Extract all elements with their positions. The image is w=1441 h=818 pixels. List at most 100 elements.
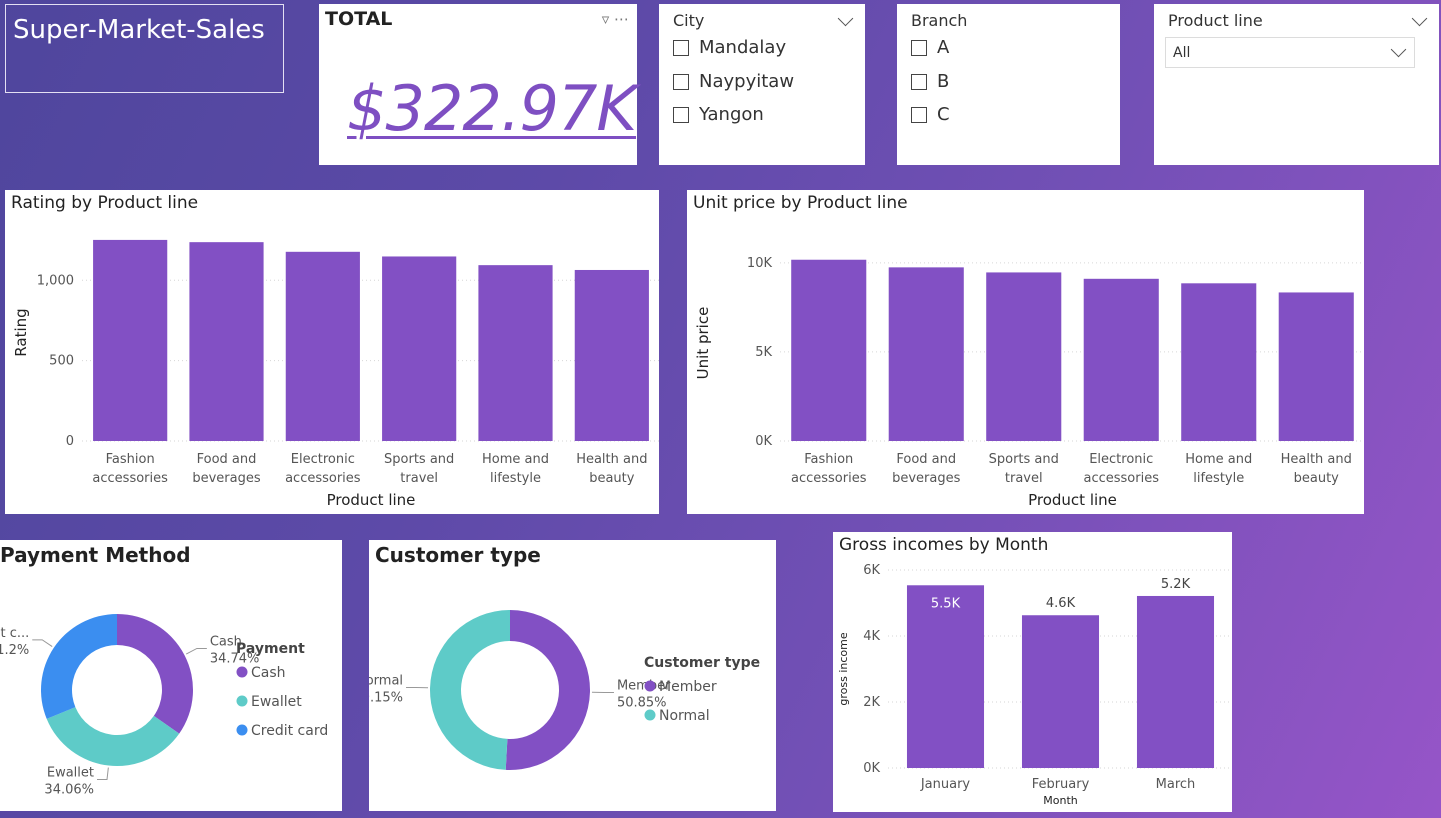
more-options-icon[interactable]: ⋯ [614,10,629,28]
bar [1136,595,1215,768]
y-tick-label: 5K [755,345,772,360]
product-line-dropdown[interactable]: All [1165,37,1415,68]
y-tick-label: 500 [49,354,74,369]
x-tick-label: Home and [482,452,549,467]
dashboard-title-box: Super-Market-Sales [5,4,284,93]
branch-option-label: A [937,37,950,58]
x-tick-label: Sports and [989,452,1059,467]
bar [478,265,553,441]
bar [1278,292,1354,441]
checkbox[interactable] [673,39,689,56]
leader-line [97,767,109,780]
city-option-label: Mandalay [699,37,787,58]
y-tick-label: 6K [863,563,880,578]
x-axis-label: Product line [1028,491,1117,509]
city-slicer: City Mandalay Naypyitaw Yangon [659,4,865,165]
leader-line [32,639,53,647]
city-option-yangon[interactable]: Yangon [673,104,764,125]
chevron-down-icon[interactable] [837,10,854,27]
donut-slice [41,614,118,719]
data-label: 5.2K [1161,577,1191,592]
slice-label: Normal [369,673,403,688]
branch-slicer-title: Branch [911,11,968,30]
donut-slice [117,614,193,734]
gross-income-card: Gross incomes by Month 0K 2K 4K 6K January 5.… [833,532,1232,812]
total-value: $322.97K [347,72,637,145]
donut-slice [505,610,590,770]
city-option-mandalay[interactable]: Mandalay [673,37,786,58]
y-axis-label: Unit price [694,307,712,380]
y-tick-label: 10K [747,256,773,271]
chevron-down-icon[interactable] [1411,10,1428,27]
city-slicer-title: City [673,11,705,30]
x-tick-label: lifestyle [490,471,541,486]
slice-label: Credit c... [0,626,29,641]
data-label: 4.6K [1046,596,1076,611]
city-option-naypyitaw[interactable]: Naypyitaw [673,71,794,92]
slice-value: 49.15% [369,690,403,705]
bar [574,269,649,441]
legend-marker [236,666,248,678]
rating-chart-card: Rating by Product line 0 500 1,000 Fashion a… [5,190,659,514]
y-axis-label: Rating [12,308,30,356]
x-tick-label: Electronic [291,452,355,467]
x-tick-label: accessories [285,471,361,486]
branch-option-a[interactable]: A [911,37,949,58]
legend-marker [236,695,248,707]
bar [791,259,867,441]
x-tick-label: Food and [896,452,956,467]
donut-slice [429,610,510,770]
bar [986,272,1062,441]
branch-option-label: B [937,71,950,92]
checkbox[interactable] [911,39,927,56]
chevron-down-icon[interactable] [1390,41,1407,58]
x-tick-label: beauty [1294,471,1340,486]
branch-option-b[interactable]: B [911,71,949,92]
city-option-label: Naypyitaw [699,71,795,92]
checkbox[interactable] [911,106,927,123]
legend-title: Customer type [644,655,760,671]
card-options[interactable]: ▿ ⋯ [602,10,629,28]
legend-label: Credit card [251,723,328,739]
rating-chart: 0 500 1,000 Fashion accessories Food and bever… [12,239,659,509]
x-tick-label: accessories [1084,471,1160,486]
x-tick-label: lifestyle [1193,471,1244,486]
x-tick-label: travel [400,471,438,486]
y-tick-label: 1,000 [37,273,74,288]
customer-type-card: Customer type Member50.85%Normal49.15%Cu… [369,540,776,811]
y-tick-label: 0K [863,761,880,776]
unit-price-chart: 0K 5K 10K Fashion accessories Food and beverag… [694,256,1364,509]
x-tick-label: Home and [1185,452,1252,467]
legend-label: Normal [659,708,710,724]
x-tick-label: February [1032,777,1090,792]
checkbox[interactable] [911,73,927,90]
x-tick-label: Electronic [1089,452,1153,467]
product-line-selected: All [1173,45,1191,61]
bar [1083,278,1159,441]
x-axis-label: Product line [327,491,416,509]
x-tick-label: Food and [197,452,257,467]
bar [1181,283,1257,441]
x-tick-label: Sports and [384,452,454,467]
branch-option-c[interactable]: C [911,104,950,125]
unit-price-chart-card: Unit price by Product line 0K 5K 10K Fashio… [687,190,1364,514]
legend-title: Payment [236,641,305,657]
payment-method-card: Payment Method Cash34.74%Ewallet34.06%Cr… [0,540,342,811]
total-title: TOTAL [325,8,393,30]
x-tick-label: beverages [892,471,961,486]
legend-label: Member [659,679,717,695]
filter-icon[interactable]: ▿ [602,10,610,28]
bar [888,267,964,441]
branch-slicer: Branch A B C [897,4,1120,165]
bar [93,239,168,441]
bar [1021,615,1100,768]
checkbox[interactable] [673,73,689,90]
product-line-slicer-title: Product line [1168,11,1263,30]
x-tick-label: beverages [192,471,261,486]
y-tick-label: 4K [863,629,880,644]
checkbox[interactable] [673,106,689,123]
y-tick-label: 0 [66,434,74,449]
legend-marker [644,680,656,692]
leader-line [185,647,207,655]
x-tick-label: Health and [576,452,647,467]
